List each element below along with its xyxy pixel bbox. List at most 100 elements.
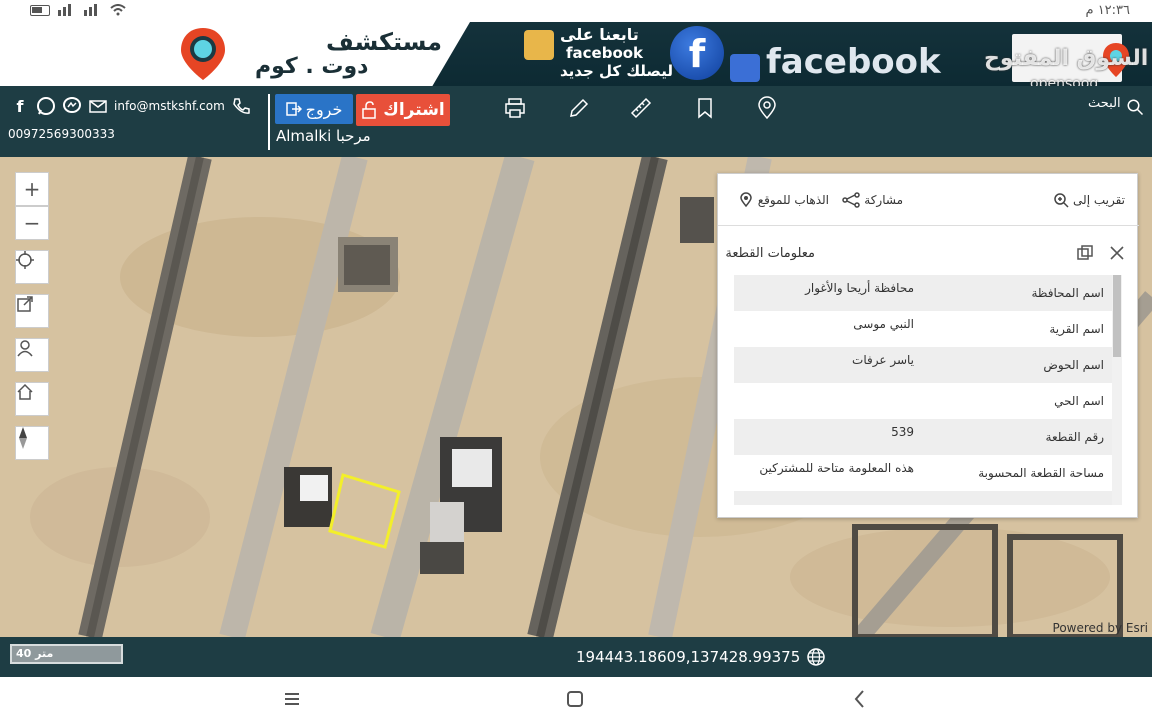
ad-banner[interactable]: مستكشف دوت . كوم تابعنا على facebook ليص… bbox=[0, 22, 1152, 86]
info-row-value: 539 bbox=[891, 425, 914, 439]
crosshair-icon bbox=[16, 251, 34, 269]
export-button[interactable] bbox=[15, 294, 49, 328]
locate-button[interactable] bbox=[15, 250, 49, 284]
scale-bar: 40 متر bbox=[10, 644, 123, 664]
share-label: مشاركة bbox=[864, 193, 903, 207]
user-icon bbox=[17, 340, 33, 357]
info-row-key: اسم الحوض bbox=[1043, 358, 1104, 372]
goto-location-label: الذهاب للموقع bbox=[757, 193, 829, 207]
top-toolbar: f info@mstkshf.com 00972569300333 خروج ا… bbox=[0, 86, 1152, 157]
coordinates-display: 194443.18609,137428.99375 bbox=[576, 647, 826, 667]
zoom-in-button[interactable]: + bbox=[15, 172, 49, 206]
system-nav-bar bbox=[0, 677, 1152, 720]
info-row-area: مساحة القطعة المحسوبة هذه المعلومة متاحة… bbox=[734, 455, 1122, 491]
panel-scrollbar[interactable] bbox=[1112, 275, 1122, 505]
recent-apps-icon[interactable] bbox=[280, 687, 304, 711]
zoom-in-icon bbox=[1054, 193, 1069, 208]
compass-icon bbox=[19, 427, 27, 449]
zoom-out-button[interactable]: − bbox=[15, 206, 49, 240]
globe-icon[interactable] bbox=[806, 647, 826, 667]
goto-location-action[interactable]: الذهاب للموقع bbox=[738, 192, 829, 208]
signal-icon bbox=[58, 4, 71, 16]
facebook-icon[interactable]: f bbox=[10, 96, 30, 116]
info-row-value: هذه المعلومة متاحة للمشتركين bbox=[759, 461, 914, 475]
search-icon[interactable] bbox=[1126, 98, 1144, 116]
toolbar-divider bbox=[268, 94, 270, 150]
fb-follow-text: تابعنا على bbox=[560, 25, 639, 44]
user-button[interactable] bbox=[15, 338, 49, 372]
info-row-governorate: اسم المحافظة محافظة أريحا والأغوار bbox=[734, 275, 1122, 311]
facebook-wordmark: facebook bbox=[766, 42, 941, 82]
zoom-to-action[interactable]: تقريب إلى bbox=[1053, 192, 1125, 208]
ad-subtitle: دوت . كوم bbox=[255, 54, 369, 79]
status-bar: ١٢:٣٦ م bbox=[0, 0, 1152, 22]
battery-icon bbox=[30, 4, 50, 16]
logout-label: خروج bbox=[305, 99, 343, 119]
panel-actions: تقريب إلى مشاركة الذهاب للموقع bbox=[718, 174, 1139, 226]
location-pin-icon bbox=[739, 192, 752, 208]
status-time: ١٢:٣٦ م bbox=[1085, 3, 1131, 18]
info-row-key: اسم المحافظة bbox=[1031, 286, 1104, 300]
phone-icon[interactable] bbox=[231, 96, 251, 116]
hand-click-icon bbox=[524, 30, 554, 60]
scrollbar-thumb[interactable] bbox=[1113, 275, 1121, 357]
ruler-icon[interactable] bbox=[629, 96, 653, 120]
dock-icon[interactable] bbox=[1076, 244, 1094, 262]
panel-title: معلومات القطعة bbox=[725, 246, 815, 261]
signal-icon-2 bbox=[84, 4, 97, 16]
share-icon bbox=[842, 192, 861, 208]
info-row-value: ياسر عرفات bbox=[852, 353, 914, 367]
share-action[interactable]: مشاركة bbox=[842, 192, 903, 208]
unlock-icon bbox=[362, 101, 377, 119]
back-icon[interactable] bbox=[848, 687, 872, 711]
info-row-key: مساحة القطعة المحسوبة bbox=[978, 466, 1104, 480]
fb-sub-text: ليصلك كل جديد bbox=[560, 62, 673, 80]
info-row-key: رقم القطعة bbox=[1045, 430, 1104, 444]
parcel-info-panel: تقريب إلى مشاركة الذهاب للموقع معلومات ا… bbox=[717, 173, 1139, 518]
ad-title: مستكشف bbox=[326, 28, 443, 56]
info-row-neighborhood: اسم الحي bbox=[734, 383, 1122, 419]
info-row-key: اسم القرية bbox=[1049, 322, 1104, 336]
location-pin-logo-icon bbox=[181, 28, 225, 80]
home-button[interactable] bbox=[15, 382, 49, 416]
subscribe-label: اشتراك bbox=[383, 100, 445, 120]
location-icon[interactable] bbox=[755, 96, 779, 120]
fb-name-text: facebook bbox=[566, 44, 644, 62]
email-icon[interactable] bbox=[88, 96, 108, 116]
pencil-icon[interactable] bbox=[567, 96, 591, 120]
print-icon[interactable] bbox=[503, 96, 527, 120]
messenger-icon[interactable] bbox=[62, 96, 82, 116]
info-row-value: النبي موسى bbox=[853, 317, 914, 331]
whatsapp-icon[interactable] bbox=[36, 96, 56, 116]
subscribe-button[interactable]: اشتراك bbox=[356, 94, 450, 126]
info-row-key: اسم الحي bbox=[1054, 394, 1104, 408]
phone-number[interactable]: 00972569300333 bbox=[8, 127, 115, 141]
app-root: ١٢:٣٦ م مستكشف دوت . كوم تابعنا على face… bbox=[0, 0, 1152, 720]
coordinates-text: 194443.18609,137428.99375 bbox=[576, 648, 801, 666]
bookmark-icon[interactable] bbox=[693, 96, 717, 120]
zoom-to-label: تقريب إلى bbox=[1073, 193, 1125, 207]
search-label[interactable]: البحث bbox=[1088, 96, 1121, 111]
home-icon bbox=[17, 383, 33, 400]
esri-attribution[interactable]: Powered by Esri bbox=[1053, 621, 1148, 635]
compass-button[interactable] bbox=[15, 426, 49, 460]
export-icon bbox=[17, 296, 33, 312]
home-nav-icon[interactable] bbox=[563, 687, 587, 711]
info-row-parcel-number: رقم القطعة 539 bbox=[734, 419, 1122, 455]
facebook-logo-icon: f bbox=[670, 26, 724, 80]
info-row-value: محافظة أريحا والأغوار bbox=[805, 281, 914, 295]
contact-row: f info@mstkshf.com bbox=[10, 96, 251, 116]
info-row-partial bbox=[734, 491, 1122, 505]
info-row-village: اسم القرية النبي موسى bbox=[734, 311, 1122, 347]
parcel-info-rows: اسم المحافظة محافظة أريحا والأغوار اسم ا… bbox=[734, 275, 1122, 505]
like-thumb-icon bbox=[730, 54, 760, 82]
logout-icon bbox=[285, 102, 302, 116]
email-text[interactable]: info@mstkshf.com bbox=[114, 99, 225, 113]
logout-button[interactable]: خروج bbox=[275, 94, 353, 124]
status-icons bbox=[30, 4, 126, 16]
close-icon[interactable] bbox=[1108, 244, 1126, 262]
opensooq-watermark: السوق المفتوح bbox=[984, 46, 1149, 71]
opensooq-watermark-sub: opensooq bbox=[1030, 76, 1099, 86]
info-row-basin: اسم الحوض ياسر عرفات bbox=[734, 347, 1122, 383]
bottom-bar: 40 متر 194443.18609,137428.99375 bbox=[0, 637, 1152, 677]
